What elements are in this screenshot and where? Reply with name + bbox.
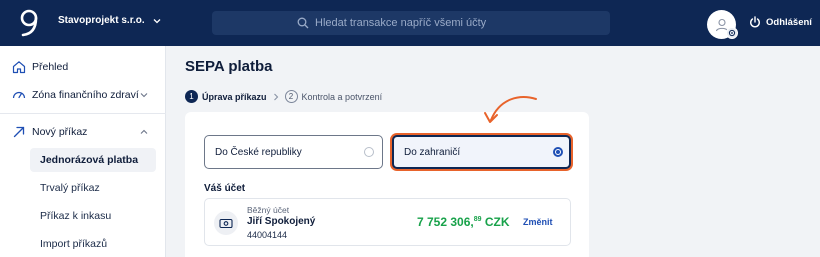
account-number: 44004144 xyxy=(247,230,288,240)
home-icon xyxy=(12,61,26,74)
settings-badge[interactable] xyxy=(726,27,738,39)
account-balance: 7 752 306,89 CZK xyxy=(417,215,510,229)
sidebar-subitem-standing-order[interactable]: Trvalý příkaz xyxy=(30,176,156,200)
gauge-icon xyxy=(12,91,26,99)
radio-checked[interactable] xyxy=(553,147,563,157)
search-box[interactable] xyxy=(212,11,610,35)
sidebar-item-label: Zóna finančního zdraví xyxy=(32,89,139,101)
curved-arrow-annotation xyxy=(484,96,537,123)
chevron-down-icon xyxy=(140,93,148,98)
option-label: Do České republiky xyxy=(215,146,302,158)
chevron-right-icon xyxy=(273,93,278,100)
logout-button[interactable]: Odhlášení xyxy=(749,16,812,28)
sidebar-subitem-import-orders[interactable]: Import příkazů xyxy=(30,232,156,256)
search-input[interactable] xyxy=(315,17,525,29)
balance-currency: CZK xyxy=(484,215,510,229)
sidebar-item-overview[interactable]: Přehled xyxy=(0,55,166,79)
radio-unchecked[interactable] xyxy=(364,147,374,157)
balance-cents: 89 xyxy=(473,216,482,223)
sidebar-item-new-order[interactable]: Nový příkaz xyxy=(0,120,166,144)
stepper: 1 Úprava příkazu 2 Kontrola a potvrzení xyxy=(185,90,382,103)
search-icon xyxy=(297,17,309,29)
change-account-button[interactable]: Změnit xyxy=(523,217,553,227)
account-section-label: Váš účet xyxy=(204,183,246,194)
sidebar-subitem-direct-debit[interactable]: Příkaz k inkasu xyxy=(30,204,156,228)
sidebar-divider xyxy=(0,113,166,114)
step-label: Úprava příkazu xyxy=(202,91,267,102)
banknote-icon xyxy=(219,218,233,228)
arrow-up-right-icon xyxy=(13,126,25,138)
company-switcher[interactable]: Stavoprojekt s.r.o. xyxy=(58,15,161,26)
step-number: 1 xyxy=(185,90,198,103)
step-label: Kontrola a potvrzení xyxy=(301,91,383,102)
sidebar: Přehled Zóna finančního zdraví Nový přík… xyxy=(0,46,166,257)
power-icon xyxy=(750,16,760,28)
gear-icon xyxy=(728,29,736,37)
sidebar-item-label: Přehled xyxy=(32,61,69,73)
account-type: Běžný účet xyxy=(247,205,290,215)
account-icon-wrap xyxy=(214,211,238,235)
chevron-down-icon xyxy=(153,18,161,23)
sidebar-item-financial-health[interactable]: Zóna finančního zdraví xyxy=(0,83,166,107)
top-bar: Stavoprojekt s.r.o. Odhlášení xyxy=(0,0,820,46)
account-holder-name: Jiří Spokojený xyxy=(247,216,316,227)
option-domestic[interactable]: Do České republiky xyxy=(204,135,383,169)
bank-logo[interactable] xyxy=(18,8,40,38)
page-title: SEPA platba xyxy=(185,58,273,75)
sidebar-subitem-single-payment[interactable]: Jednorázová platba xyxy=(30,148,156,172)
step-number: 2 xyxy=(284,90,298,103)
option-label: Do zahraničí xyxy=(404,146,461,158)
balance-main: 7 752 306, xyxy=(417,215,474,229)
logout-label: Odhlášení xyxy=(766,16,812,28)
company-name: Stavoprojekt s.r.o. xyxy=(58,15,145,26)
chevron-up-icon xyxy=(140,129,148,134)
option-foreign[interactable]: Do zahraničí xyxy=(392,135,571,169)
sidebar-item-label: Nový příkaz xyxy=(32,126,88,138)
